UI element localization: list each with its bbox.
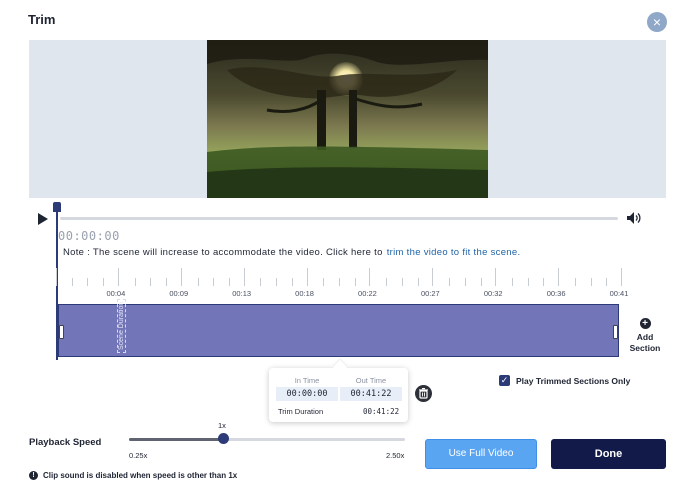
- scene-duration-label: Scene Duration: [117, 298, 126, 353]
- add-section-label-1: Add: [636, 332, 654, 342]
- timeline-minor-tick: [386, 278, 388, 286]
- timeline-minor-tick: [527, 278, 529, 286]
- timeline-ruler: 00:04 00:09 00:13 00:18 00:22 00:27 00:32 00:36…: [56, 268, 628, 300]
- trim-handle-left[interactable]: [59, 325, 64, 339]
- timeline-tick: [621, 268, 622, 286]
- timeline-tick-label: 00:32: [483, 289, 503, 298]
- speed-min-label: 0.25x: [129, 451, 148, 460]
- timeline-tick: [117, 268, 119, 286]
- trim-section[interactable]: Scene Duration: [58, 298, 619, 357]
- close-button[interactable]: ×: [647, 12, 667, 32]
- timeline-tick-label: 00:18: [295, 289, 314, 298]
- sound-warning: ! Clip sound is disabled when speed is o…: [29, 471, 237, 480]
- timeline-minor-tick: [606, 278, 608, 286]
- timeline-minor-tick: [590, 278, 592, 286]
- timeline-tick: [369, 268, 371, 286]
- speed-slider-fill: [129, 438, 221, 441]
- timeline-minor-tick: [276, 278, 278, 286]
- timeline-minor-tick: [166, 278, 168, 286]
- trim-to-fit-link[interactable]: trim the video to fit the scene.: [387, 247, 521, 258]
- timeline-minor-tick: [71, 278, 73, 286]
- play-trimmed-label: Play Trimmed Sections Only: [516, 375, 631, 386]
- timeline-tick-label: 00:27: [420, 289, 440, 298]
- timeline-minor-tick: [480, 278, 482, 286]
- timeline-minor-tick: [228, 278, 230, 286]
- speed-slider-thumb[interactable]: [218, 433, 229, 444]
- timeline-minor-tick: [323, 278, 325, 286]
- done-button[interactable]: Done: [551, 439, 666, 469]
- timeline-minor-tick: [260, 278, 262, 286]
- play-button[interactable]: [36, 212, 50, 226]
- timeline-minor-tick: [543, 278, 545, 286]
- plus-icon: +: [639, 318, 651, 329]
- video-preview: [29, 40, 666, 198]
- exclamation-icon: !: [29, 471, 38, 480]
- timeline-minor-tick: [417, 278, 419, 286]
- scene-note: Note : The scene will increase to accomm…: [63, 247, 520, 258]
- add-section-button[interactable]: + Add Section: [624, 318, 666, 354]
- delete-section-button[interactable]: [415, 385, 432, 402]
- timeline-tick-label: 00:04: [106, 289, 126, 298]
- timeline-minor-tick: [511, 278, 513, 286]
- sound-warning-text: Clip sound is disabled when speed is oth…: [43, 471, 238, 480]
- timeline-tick: [56, 268, 57, 286]
- play-icon: [38, 213, 48, 225]
- in-time-input[interactable]: 00:00:00: [276, 387, 338, 401]
- trash-icon: [419, 387, 428, 399]
- timeline-minor-tick: [150, 278, 152, 286]
- timeline-tick: [432, 268, 434, 286]
- timeline-tick-label: 00:22: [358, 289, 377, 298]
- timeline-minor-tick: [291, 278, 293, 286]
- trim-duration-value: 00:41:22: [363, 407, 400, 416]
- checkbox[interactable]: ✓: [499, 375, 510, 386]
- timeline-minor-tick: [574, 278, 576, 286]
- timeline-tick-label: 00:36: [546, 289, 566, 298]
- speaker-icon: [627, 212, 641, 224]
- close-icon: ×: [652, 14, 662, 30]
- timeline-tick-label: 00:13: [232, 289, 252, 298]
- timeline-minor-tick: [401, 278, 403, 286]
- timeline-minor-tick: [354, 278, 356, 286]
- timeline-minor-tick: [339, 278, 340, 286]
- timeline-minor-tick: [197, 278, 199, 286]
- current-time: 00:00:00: [58, 229, 120, 243]
- trim-popup: In Time Out Time 00:00:00 00:41:22 Trim …: [269, 368, 408, 422]
- tree-silhouette: [207, 40, 488, 198]
- speed-max-label: 2.50x: [386, 451, 405, 460]
- timeline-minor-tick: [464, 278, 466, 286]
- timeline-minor-tick: [449, 278, 451, 286]
- trim-duration-label: Trim Duration: [278, 407, 324, 416]
- timeline-minor-tick: [134, 278, 136, 286]
- playback-speed-label: Playback Speed: [29, 437, 102, 448]
- timeline-minor-tick: [213, 278, 215, 286]
- timeline-minor-tick: [103, 278, 105, 286]
- timeline-tick-label: 00:41: [609, 289, 629, 298]
- timeline-tick: [306, 268, 308, 286]
- speed-slider-track[interactable]: [129, 438, 405, 441]
- trim-handle-right[interactable]: [613, 325, 618, 339]
- add-section-label-2: Section: [629, 343, 661, 353]
- use-full-video-button[interactable]: Use Full Video: [425, 439, 537, 469]
- timeline-tick: [558, 268, 560, 286]
- checkmark-icon: ✓: [500, 375, 509, 385]
- dialog-title: Trim: [28, 12, 56, 27]
- video-frame: [207, 40, 488, 198]
- timeline-tick: [180, 268, 182, 286]
- note-text: Note : The scene will increase to accomm…: [63, 247, 383, 258]
- out-time-input[interactable]: 00:41:22: [340, 387, 402, 401]
- out-time-label: Out Time: [355, 376, 387, 385]
- timeline-tick: [243, 268, 245, 286]
- timeline-minor-tick: [87, 278, 89, 286]
- timeline-tick: [495, 268, 497, 286]
- play-trimmed-toggle[interactable]: ✓ Play Trimmed Sections Only: [499, 375, 630, 386]
- speed-current-value: 1x: [218, 421, 226, 430]
- scrub-track[interactable]: [60, 217, 618, 220]
- timeline-tick-label: 00:09: [169, 289, 189, 298]
- in-time-label: In Time: [294, 376, 320, 385]
- volume-button[interactable]: [626, 211, 642, 225]
